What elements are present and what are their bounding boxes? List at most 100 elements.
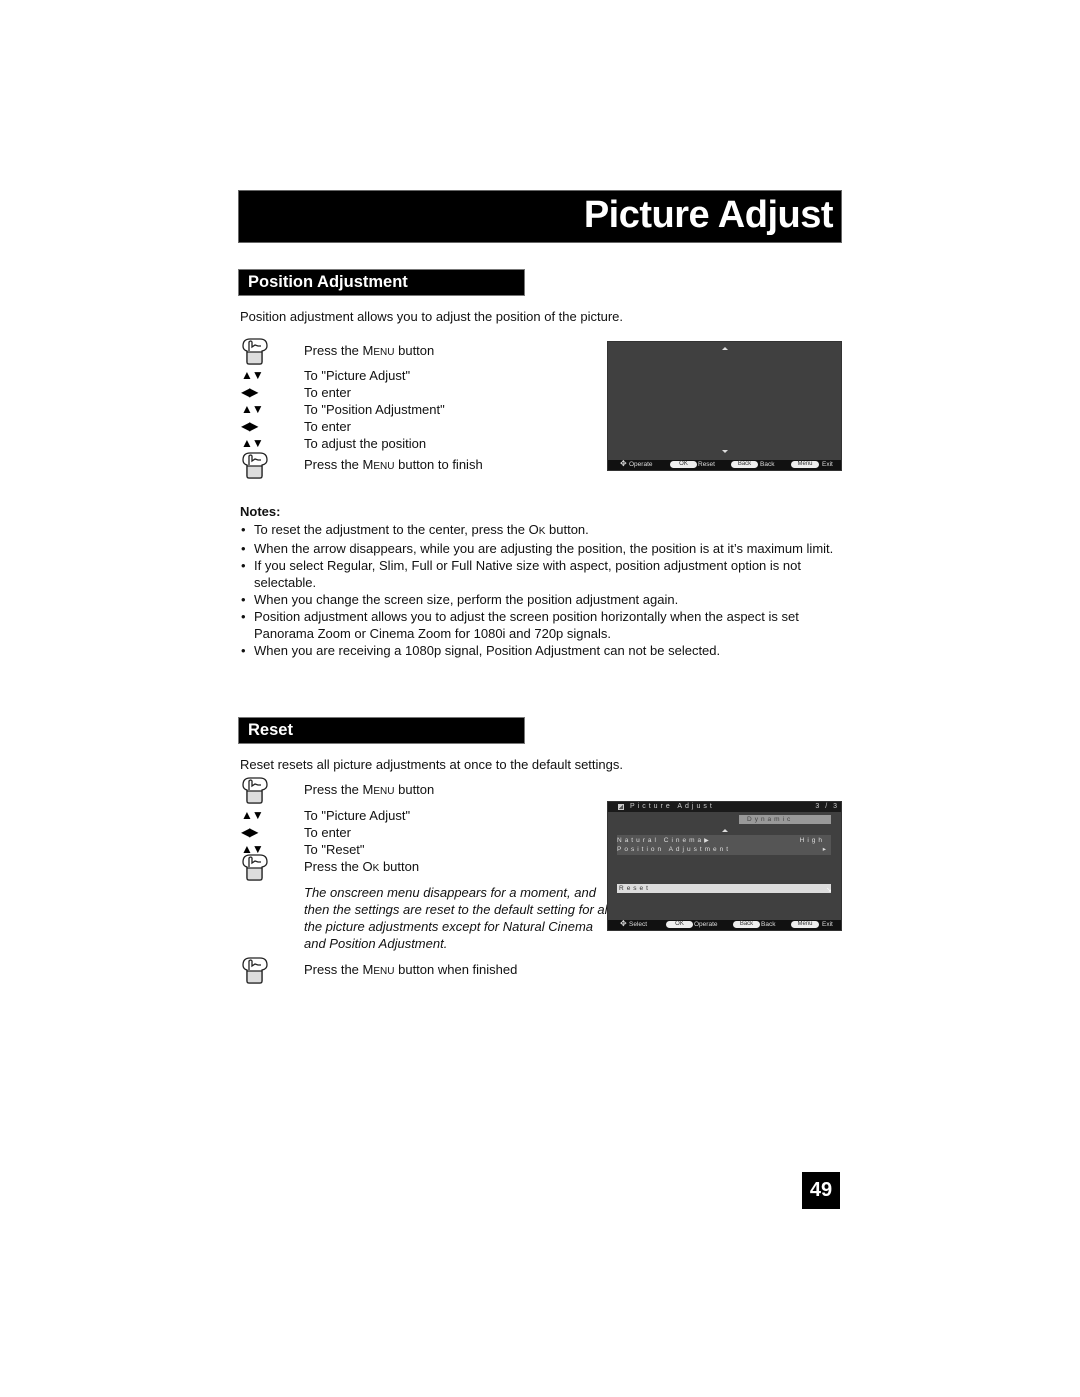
menu-title: Picture Adjust — [630, 803, 715, 810]
hand-press-icon — [240, 452, 270, 479]
note-text: Position adjustment allows you to adjust… — [254, 609, 799, 641]
footer-nav-label: Select — [629, 921, 648, 928]
caret-right-icon: ▶ — [704, 838, 712, 844]
arrow-down-icon — [722, 450, 728, 453]
up-down-arrows-icon: ▲▼ — [241, 808, 264, 822]
bullet-icon: • — [241, 541, 246, 556]
menu-key: Menu — [791, 921, 819, 928]
instruction-step: ◀▶ To enter — [240, 418, 610, 435]
note-text: When you are receiving a 1080p signal, P… — [254, 643, 721, 658]
up-down-arrows-icon: ▲▼ — [241, 368, 264, 382]
menu-row-position-adjustment[interactable]: Position Adjustment ▸ — [617, 845, 831, 854]
back-key: Back — [731, 461, 758, 468]
footer-ok-label: Reset — [698, 461, 715, 468]
note-item: • When the arrow disappears, while you ar… — [240, 540, 840, 557]
reset-note: The onscreen menu disappears for a momen… — [304, 885, 611, 951]
instruction-step: Press the Menu button — [240, 338, 610, 365]
step-text: Press the Ok button — [304, 859, 420, 874]
menu-key: Menu — [791, 461, 819, 468]
step-text: Press the Menu button to finish — [304, 457, 483, 472]
footer-ok-label: Operate — [694, 921, 718, 928]
hand-press-icon — [240, 957, 270, 984]
picture-icon — [618, 804, 624, 810]
bullet-icon: • — [241, 643, 246, 658]
instruction-step: ▲▼ To adjust the position — [240, 435, 610, 452]
instruction-step: ▲▼ To "Reset" — [240, 841, 610, 858]
hand-press-icon — [240, 338, 270, 365]
section-heading-position-adjustment: Position Adjustment — [238, 269, 525, 296]
ok-key: OK — [670, 461, 697, 468]
notes-title: Notes: — [240, 504, 281, 519]
key-name: Ok — [362, 859, 380, 874]
instruction-step: Press the Menu button to finish — [240, 452, 610, 479]
navigate-cross-icon: ✥ — [620, 919, 627, 928]
instruction-step: Press the Menu button when finished — [240, 957, 610, 984]
step-text: To adjust the position — [304, 436, 427, 451]
step-text: Press the Menu button — [304, 343, 435, 358]
section-title: Reset — [248, 721, 293, 739]
key-name: Menu — [362, 962, 395, 977]
note-text: When the arrow disappears, while you are… — [254, 541, 834, 556]
footer-nav-label: Operate — [629, 461, 653, 468]
step-text: To enter — [304, 419, 351, 434]
bullet-icon: • — [241, 558, 246, 573]
cursor-icon: ➘ — [826, 887, 835, 894]
left-right-arrows-icon: ◀▶ — [241, 385, 258, 399]
menu-row-reset-selected[interactable]: Reset ➘ — [617, 884, 832, 894]
step-text: To "Picture Adjust" — [304, 808, 411, 823]
footer-back-label: Back — [761, 921, 776, 928]
arrow-up-icon — [722, 829, 728, 832]
back-key: Back — [733, 921, 760, 928]
position-adjustment-intro: Position adjustment allows you to adjust… — [240, 309, 623, 324]
step-text: Press the Menu button when finished — [304, 962, 518, 977]
instruction-step: ▲▼ To "Position Adjustment" — [240, 401, 610, 418]
notes-list: • To reset the adjustment to the center, … — [240, 521, 840, 659]
screen-footer: ✥ Operate OK Reset Back Back Menu Exit — [608, 460, 841, 470]
left-right-arrows-icon: ◀▶ — [241, 825, 258, 839]
reset-menu-screen: Picture Adjust 3 / 3 Dynamic Natural Cin… — [607, 801, 842, 931]
caret-right-icon: ▸ — [822, 846, 829, 853]
row-label: Natural Cinema — [617, 837, 705, 844]
hand-press-icon — [240, 777, 270, 804]
instruction-step: ▲▼ To "Picture Adjust" — [240, 807, 610, 824]
position-adjustment-screen: ✥ Operate OK Reset Back Back Menu Exit — [607, 341, 842, 471]
note-item: • To reset the adjustment to the center, … — [240, 521, 840, 540]
bullet-icon: • — [241, 522, 246, 537]
section-title: Position Adjustment — [248, 273, 408, 291]
step-text: To "Position Adjustment" — [304, 402, 445, 417]
navigate-cross-icon: ✥ — [620, 459, 627, 468]
page-indicator: 3 / 3 — [815, 803, 839, 810]
left-right-arrows-icon: ◀▶ — [241, 419, 258, 433]
row-label: Reset — [619, 885, 651, 892]
page-title-bar: Picture Adjust — [238, 190, 842, 243]
page-title: Picture Adjust — [583, 194, 834, 236]
menu-header: Picture Adjust 3 / 3 — [608, 802, 841, 812]
bullet-icon: • — [241, 609, 246, 624]
reset-intro: Reset resets all picture adjustments at … — [240, 757, 623, 772]
footer-back-label: Back — [760, 461, 775, 468]
instruction-step: Press the Ok button — [240, 854, 610, 881]
page-number: 49 — [802, 1172, 840, 1209]
up-down-arrows-icon: ▲▼ — [241, 402, 264, 416]
note-item: • Position adjustment allows you to adjus… — [240, 608, 840, 642]
bullet-icon: • — [241, 592, 246, 607]
note-text: If you select Regular, Slim, Full or Ful… — [254, 558, 801, 590]
row-label: Position Adjustment — [617, 846, 732, 853]
step-text: To "Reset" — [304, 842, 365, 857]
footer-menu-label: Exit — [822, 921, 833, 928]
key-name: Menu — [362, 782, 395, 797]
menu-row-natural-cinema[interactable]: Natural Cinema▶ High — [617, 836, 831, 845]
footer-menu-label: Exit — [822, 461, 833, 468]
mode-badge: Dynamic — [739, 815, 831, 824]
step-text: To enter — [304, 825, 351, 840]
note-text: When you change the screen size, perform… — [254, 592, 679, 607]
note-item: • If you select Regular, Slim, Full or Fu… — [240, 557, 840, 591]
step-text: Press the Menu button — [304, 782, 435, 797]
note-item: • When you change the screen size, perfor… — [240, 591, 840, 608]
screen-footer: ✥ Select OK Operate Back Back Menu Exit — [608, 920, 841, 930]
key-name: Menu — [362, 457, 395, 472]
step-text: To enter — [304, 385, 351, 400]
key-name: Menu — [362, 343, 395, 358]
arrow-up-icon — [722, 347, 728, 350]
row-value: High — [799, 837, 825, 844]
